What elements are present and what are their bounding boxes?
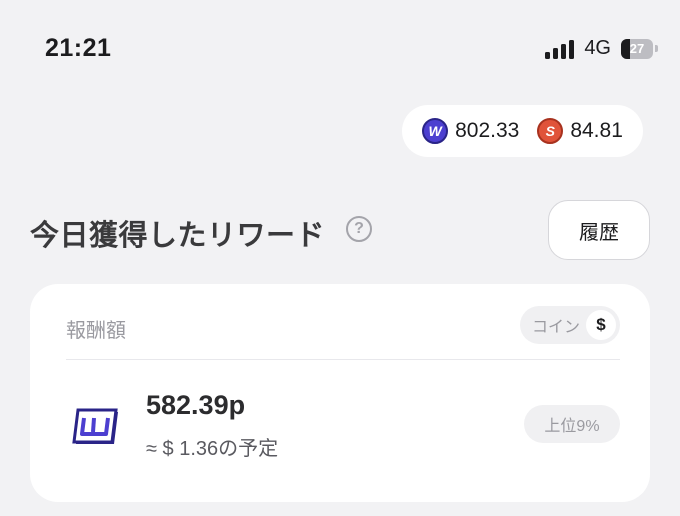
battery-cap [655, 45, 658, 52]
status-time: 21:21 [45, 34, 112, 62]
toggle-coin-option[interactable]: コイン [532, 313, 580, 337]
reward-amount-label: 報酬額 [66, 320, 126, 342]
balance-s: S 84.81 [537, 118, 623, 144]
s-coin-icon: S [537, 118, 564, 144]
balance-pill[interactable]: W 802.33 S 84.81 [402, 105, 643, 157]
unit-toggle[interactable]: コイン $ [519, 306, 620, 344]
toggle-dollar-option[interactable]: $ [586, 310, 616, 340]
rank-badge: 上位9% [524, 405, 620, 443]
balance-w: W 802.33 [422, 118, 519, 144]
reward-points: 582.39p [146, 390, 246, 420]
reward-estimate: ≈ $ 1.36の予定 [146, 438, 279, 460]
history-button[interactable]: 履歴 [548, 200, 650, 260]
balance-s-value: 84.81 [570, 119, 623, 142]
divider [66, 359, 620, 360]
w-coin-icon: W [422, 118, 449, 144]
status-indicators: 4G 27 [545, 37, 658, 60]
page-title: 今日獲得したリワード [30, 220, 326, 252]
balance-w-value: 802.33 [455, 119, 520, 142]
signal-icon [545, 39, 575, 59]
w-logo-icon [72, 408, 118, 444]
network-type: 4G [584, 37, 611, 59]
reward-card: 報酬額 コイン $ 582.39p ≈ $ 1.36の予定 上位9% [30, 284, 650, 502]
battery-level: 27 [629, 41, 645, 56]
battery-icon: 27 [621, 38, 653, 59]
help-icon[interactable]: ? [346, 216, 372, 242]
